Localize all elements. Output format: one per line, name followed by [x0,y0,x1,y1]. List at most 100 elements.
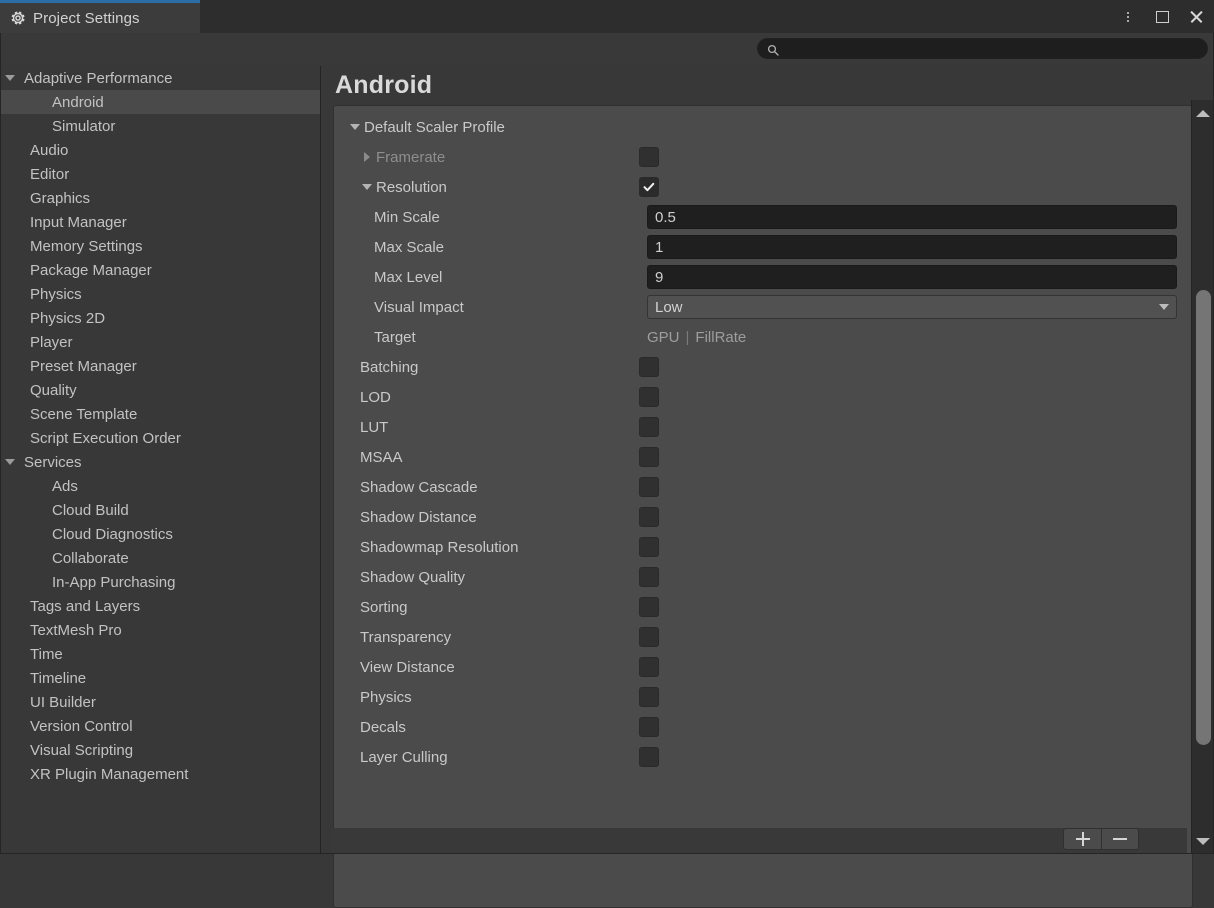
sidebar-item-visual-scripting[interactable]: Visual Scripting [0,738,320,762]
chevron-down-icon[interactable] [348,124,362,130]
sidebar-item-adaptive-performance[interactable]: Adaptive Performance [0,66,320,90]
tab-project-settings[interactable]: Project Settings [0,0,200,33]
settings-sidebar[interactable]: Adaptive PerformanceAndroidSimulatorAudi… [0,66,320,854]
sidebar-item-simulator[interactable]: Simulator [0,114,320,138]
chevron-down-icon[interactable] [2,75,18,81]
dropdown-visual-impact[interactable]: Low [647,295,1177,319]
checkbox-lod[interactable] [639,387,659,407]
sidebar-item-label: Collaborate [52,550,129,567]
checkbox-sorting[interactable] [639,597,659,617]
property-row-lut[interactable]: LUT [334,412,1192,442]
checkbox-layer-culling[interactable] [639,747,659,767]
sidebar-item-quality[interactable]: Quality [0,378,320,402]
sidebar-item-label: Ads [52,478,78,495]
sidebar-item-label: Graphics [30,190,90,207]
property-row-batching[interactable]: Batching [334,352,1192,382]
checkbox-shadow-distance[interactable] [639,507,659,527]
property-row-lod[interactable]: LOD [334,382,1192,412]
checkbox-wrapper [639,177,659,197]
checkbox-shadow-quality[interactable] [639,567,659,587]
remove-button[interactable] [1101,828,1139,850]
checkbox-resolution[interactable] [639,177,659,197]
close-icon[interactable] [1186,7,1206,27]
property-row-resolution[interactable]: Resolution [334,172,1192,202]
checkbox-wrapper [639,477,659,497]
checkbox-shadow-cascade[interactable] [639,477,659,497]
property-row-view-distance[interactable]: View Distance [334,652,1192,682]
checkbox-msaa[interactable] [639,447,659,467]
sidebar-item-physics-2d[interactable]: Physics 2D [0,306,320,330]
property-row-layer-culling[interactable]: Layer Culling [334,742,1192,772]
checkbox-view-distance[interactable] [639,657,659,677]
property-row-physics[interactable]: Physics [334,682,1192,712]
sidebar-item-player[interactable]: Player [0,330,320,354]
input-max-scale[interactable]: 1 [647,235,1177,259]
sidebar-item-editor[interactable]: Editor [0,162,320,186]
property-row-shadow-distance[interactable]: Shadow Distance [334,502,1192,532]
property-row-default-scaler-profile[interactable]: Default Scaler Profile [334,112,1192,142]
input-min-scale[interactable]: 0.5 [647,205,1177,229]
plus-icon [1076,832,1090,846]
sidebar-item-graphics[interactable]: Graphics [0,186,320,210]
property-row-min-scale[interactable]: Min Scale0.5 [334,202,1192,232]
scroll-up-button[interactable] [1192,104,1214,122]
sidebar-item-scene-template[interactable]: Scene Template [0,402,320,426]
checkbox-lut[interactable] [639,417,659,437]
chevron-down-icon[interactable] [360,184,374,190]
property-row-max-scale[interactable]: Max Scale1 [334,232,1192,262]
sidebar-item-cloud-build[interactable]: Cloud Build [0,498,320,522]
sidebar-item-timeline[interactable]: Timeline [0,666,320,690]
more-options-icon[interactable] [1118,7,1138,27]
property-label: MSAA [360,449,403,466]
property-row-sorting[interactable]: Sorting [334,592,1192,622]
property-row-max-level[interactable]: Max Level9 [334,262,1192,292]
sidebar-item-in-app-purchasing[interactable]: In-App Purchasing [0,570,320,594]
sidebar-item-android[interactable]: Android [0,90,320,114]
sidebar-item-preset-manager[interactable]: Preset Manager [0,354,320,378]
checkbox-transparency[interactable] [639,627,659,647]
search-input[interactable] [784,40,1207,58]
checkbox-framerate[interactable] [639,147,659,167]
vertical-scrollbar[interactable] [1191,100,1214,854]
property-row-target[interactable]: TargetGPU|FillRate [334,322,1192,352]
property-row-shadowmap-resolution[interactable]: Shadowmap Resolution [334,532,1192,562]
checkbox-shadowmap-resolution[interactable] [639,537,659,557]
chevron-down-icon[interactable] [2,459,18,465]
add-button[interactable] [1063,828,1101,850]
checkbox-wrapper [639,597,659,617]
sidebar-item-xr-plugin-management[interactable]: XR Plugin Management [0,762,320,786]
checkbox-decals[interactable] [639,717,659,737]
sidebar-item-version-control[interactable]: Version Control [0,714,320,738]
property-row-msaa[interactable]: MSAA [334,442,1192,472]
search-field[interactable] [757,38,1208,59]
sidebar-item-services[interactable]: Services [0,450,320,474]
property-row-shadow-quality[interactable]: Shadow Quality [334,562,1192,592]
sidebar-item-ui-builder[interactable]: UI Builder [0,690,320,714]
sidebar-item-textmesh-pro[interactable]: TextMesh Pro [0,618,320,642]
scrollbar-thumb[interactable] [1196,290,1211,745]
checkbox-batching[interactable] [639,357,659,377]
checkbox-physics[interactable] [639,687,659,707]
maximize-icon[interactable] [1152,7,1172,27]
sidebar-item-script-execution-order[interactable]: Script Execution Order [0,426,320,450]
property-row-transparency[interactable]: Transparency [334,622,1192,652]
sidebar-item-ads[interactable]: Ads [0,474,320,498]
scroll-down-button[interactable] [1192,832,1214,850]
checkbox-wrapper [639,357,659,377]
sidebar-item-audio[interactable]: Audio [0,138,320,162]
sidebar-item-tags-and-layers[interactable]: Tags and Layers [0,594,320,618]
sidebar-item-collaborate[interactable]: Collaborate [0,546,320,570]
property-row-visual-impact[interactable]: Visual ImpactLow [334,292,1192,322]
sidebar-item-cloud-diagnostics[interactable]: Cloud Diagnostics [0,522,320,546]
chevron-down-icon [1196,838,1210,845]
sidebar-item-time[interactable]: Time [0,642,320,666]
property-row-decals[interactable]: Decals [334,712,1192,742]
sidebar-item-package-manager[interactable]: Package Manager [0,258,320,282]
sidebar-item-memory-settings[interactable]: Memory Settings [0,234,320,258]
property-row-framerate[interactable]: Framerate [334,142,1192,172]
sidebar-item-physics[interactable]: Physics [0,282,320,306]
chevron-right-icon[interactable] [360,152,374,162]
property-row-shadow-cascade[interactable]: Shadow Cascade [334,472,1192,502]
input-max-level[interactable]: 9 [647,265,1177,289]
sidebar-item-input-manager[interactable]: Input Manager [0,210,320,234]
